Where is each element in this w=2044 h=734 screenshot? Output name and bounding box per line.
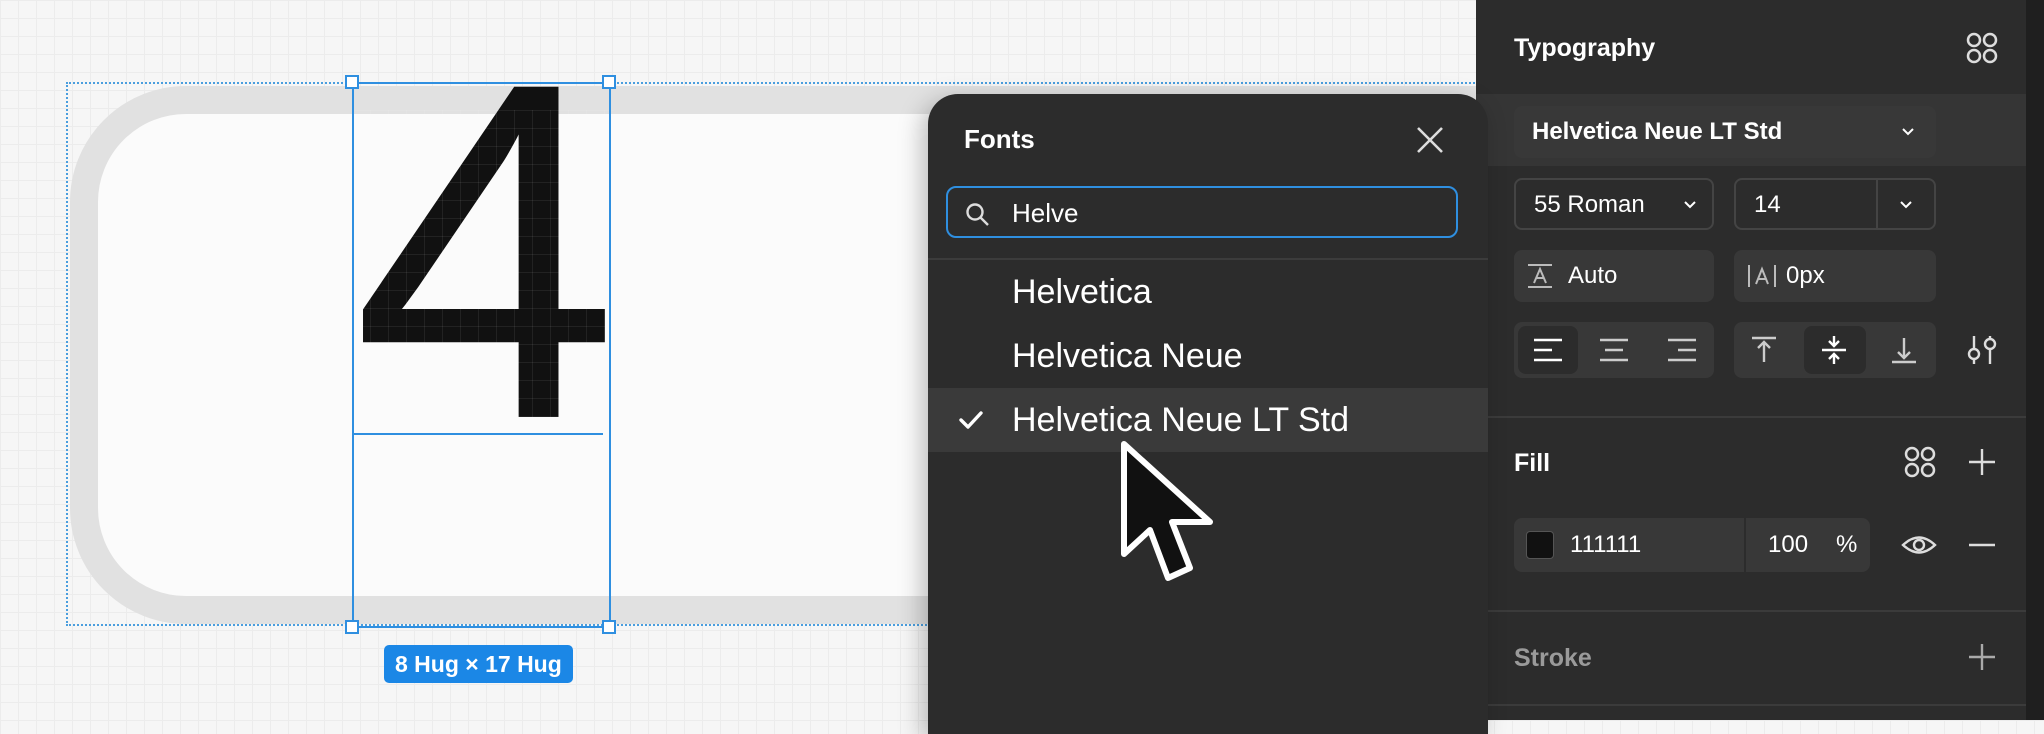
align-middle-icon[interactable] [1818, 334, 1850, 366]
font-option-helvetica[interactable]: Helvetica [928, 260, 1488, 324]
stroke-title: Stroke [1514, 644, 1592, 672]
font-family-value: Helvetica Neue LT Std [1532, 118, 1783, 145]
font-weight-dropdown[interactable]: 55 Roman [1514, 178, 1714, 230]
chevron-down-icon [1684, 201, 1696, 209]
typography-title: Typography [1514, 34, 1656, 62]
fill-styles-icon[interactable] [1902, 444, 1938, 480]
align-right-icon[interactable] [1666, 336, 1698, 364]
close-icon[interactable] [1412, 122, 1448, 158]
fill-opacity-value[interactable]: 100 [1768, 531, 1808, 559]
mouse-pointer-cursor [1121, 441, 1213, 581]
add-stroke-icon[interactable] [1966, 641, 1998, 673]
chevron-down-icon[interactable] [1898, 197, 1914, 213]
type-settings-icon[interactable] [1964, 332, 2000, 368]
resize-handle-bottom-left[interactable] [345, 620, 359, 634]
checkmark-icon [959, 411, 983, 429]
fill-color-swatch[interactable] [1526, 531, 1554, 559]
font-size-field[interactable]: 14 [1734, 178, 1936, 230]
font-weight-value: 55 Roman [1534, 191, 1645, 218]
align-bottom-icon[interactable] [1888, 334, 1920, 366]
font-size-divider [1876, 180, 1878, 228]
font-size-value: 14 [1754, 191, 1781, 218]
properties-panel: Typography Helvetica Neue LT Std 55 Roma… [1476, 0, 2044, 720]
line-height-value: Auto [1568, 262, 1618, 289]
panel-scroll-strip [2026, 0, 2044, 720]
fill-field-divider [1744, 518, 1746, 572]
align-left-icon[interactable] [1532, 336, 1564, 364]
text-baseline [353, 433, 603, 435]
chevron-down-icon [1902, 128, 1914, 136]
letter-spacing-value: 0px [1786, 262, 1825, 289]
line-height-icon [1528, 264, 1552, 288]
font-option-helvetica-neue[interactable]: Helvetica Neue [928, 324, 1488, 388]
text-selection-box[interactable] [352, 82, 611, 628]
font-option-label: Helvetica [1012, 273, 1152, 311]
fill-opacity-unit: % [1836, 531, 1858, 558]
resize-handle-top-left[interactable] [345, 75, 359, 89]
font-search-field[interactable] [946, 186, 1458, 238]
font-option-label: Helvetica Neue [1012, 337, 1243, 375]
vertical-align-group [1734, 322, 1936, 378]
font-family-dropdown[interactable]: Helvetica Neue LT Std [1514, 106, 1936, 158]
resize-handle-top-right[interactable] [602, 75, 616, 89]
fill-title: Fill [1514, 449, 1551, 477]
remove-fill-icon[interactable] [1966, 529, 1998, 561]
letter-spacing-field[interactable]: 0px [1734, 250, 1936, 302]
text-align-group [1514, 322, 1714, 378]
section-divider [1476, 416, 2026, 418]
fill-hex-value[interactable]: 111111 [1570, 531, 1641, 559]
line-height-field[interactable]: Auto [1514, 250, 1714, 302]
font-search-input[interactable] [1012, 196, 1442, 230]
letter-spacing-icon [1748, 265, 1776, 287]
styles-grid-icon[interactable] [1964, 30, 2000, 66]
search-icon [966, 203, 989, 226]
section-divider [1476, 704, 2026, 706]
add-fill-icon[interactable] [1966, 446, 1998, 478]
eye-icon[interactable] [1900, 527, 1938, 563]
section-divider [1476, 610, 2026, 612]
align-top-icon[interactable] [1748, 334, 1780, 366]
resize-handle-bottom-right[interactable] [602, 620, 616, 634]
size-badge: 8 Hug × 17 Hug [384, 645, 573, 683]
fonts-popover-title: Fonts [964, 124, 1035, 154]
fill-color-field[interactable]: 111111 100 % [1514, 518, 1870, 572]
fonts-popover: Fonts Helvetica Helvetica Neue Helvetica… [928, 94, 1488, 734]
align-center-icon[interactable] [1598, 336, 1630, 364]
